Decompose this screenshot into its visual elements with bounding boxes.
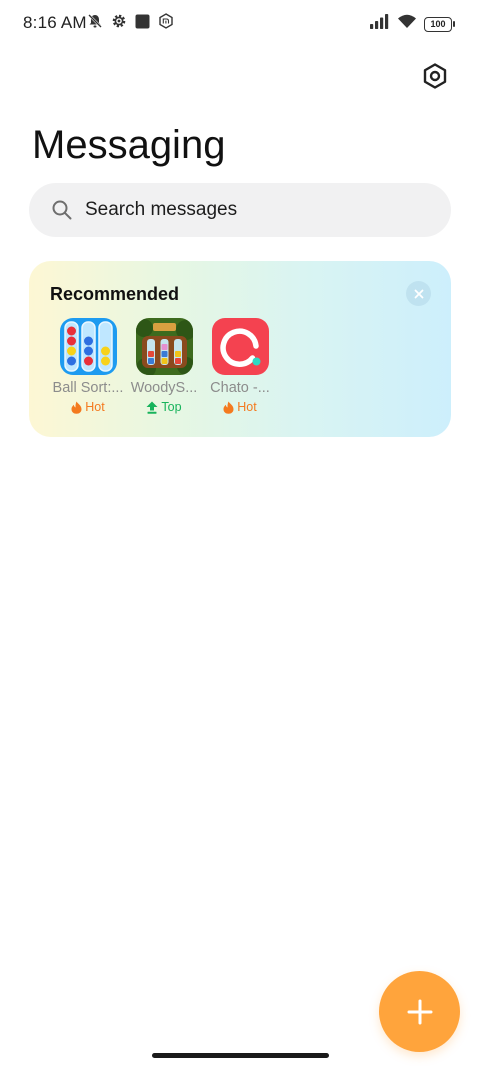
recommended-title: Recommended [50, 284, 180, 304]
new-message-button[interactable] [379, 971, 460, 1052]
status-time: 8:16 AM [23, 13, 87, 32]
square-icon [135, 14, 150, 34]
battery-icon: 100 [424, 16, 455, 32]
ball-sort-app-icon [59, 318, 117, 375]
status-bar: 8:16 AM 100 [0, 0, 480, 48]
signal-icon [370, 14, 390, 34]
plus-icon [407, 999, 432, 1024]
search-bar[interactable] [29, 183, 451, 237]
recommended-card: Recommended Ball Sort:... Hot WoodyS... … [29, 261, 451, 437]
flame-icon [223, 401, 234, 414]
app-name: Chato -... [210, 380, 270, 396]
status-right-icons: 100 [370, 14, 455, 34]
badge-label: Top [161, 400, 182, 414]
search-input[interactable] [83, 198, 407, 222]
badge-label: Hot [237, 400, 257, 414]
recommended-app-woody-sort[interactable]: WoodyS... Top [126, 318, 202, 414]
recommended-app-chato[interactable]: Chato -... Hot [202, 318, 278, 414]
search-icon [52, 200, 72, 220]
page-title: Messaging [32, 123, 226, 167]
top-badge: Top [126, 400, 202, 414]
app-name: WoodyS... [130, 380, 198, 396]
hot-badge: Hot [202, 400, 278, 414]
close-icon [414, 289, 423, 298]
mi-icon [158, 13, 174, 34]
hot-badge: Hot [50, 400, 126, 414]
wifi-icon [397, 14, 417, 34]
status-left-icons [87, 13, 174, 34]
settings-button[interactable] [420, 61, 450, 91]
app-name: Ball Sort:... [52, 380, 124, 396]
recommended-close-button[interactable] [406, 281, 431, 306]
woody-sort-app-icon [135, 318, 193, 375]
flame-icon [71, 401, 82, 414]
gear-icon [111, 13, 127, 34]
hexagon-settings-icon [423, 63, 447, 89]
notifications-off-icon [87, 13, 103, 34]
chato-app-icon [211, 318, 269, 375]
recommended-app-ball-sort[interactable]: Ball Sort:... Hot [50, 318, 126, 414]
badge-label: Hot [85, 400, 105, 414]
home-indicator[interactable] [152, 1053, 329, 1058]
arrow-up-icon [146, 401, 158, 414]
